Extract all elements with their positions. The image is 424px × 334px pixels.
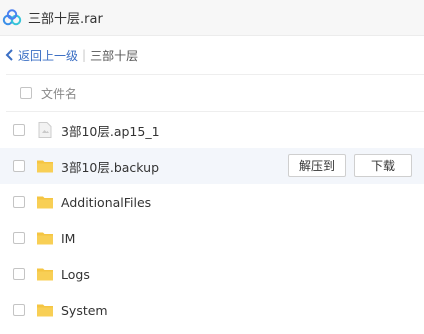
download-button[interactable]: 下载 [354, 154, 412, 177]
list-item[interactable]: System [0, 292, 424, 328]
file-name: 3部10层.ap15_1 [61, 123, 160, 139]
row-checkbox[interactable] [13, 304, 25, 316]
list-item[interactable]: AdditionalFiles [0, 184, 424, 220]
archive-window: 三部十层.rar 返回上一级 | 三部十层 文件名 3部10层.ap15_1 3… [0, 0, 424, 334]
file-name: AdditionalFiles [61, 194, 152, 210]
select-all-checkbox[interactable] [20, 87, 32, 99]
generic-file-icon [38, 122, 52, 138]
window-title: 三部十层.rar [28, 12, 103, 27]
list-item[interactable]: Logs [0, 256, 424, 292]
folder-icon [37, 196, 53, 209]
list-item[interactable]: 3部10层.ap15_1 [0, 112, 424, 148]
breadcrumb: 返回上一级 | 三部十层 [0, 36, 424, 74]
folder-icon [37, 160, 53, 173]
file-name: 3部10层.backup [61, 159, 160, 175]
file-name: System [61, 302, 108, 318]
row-checkbox[interactable] [13, 232, 25, 244]
back-label[interactable]: 返回上一级 [18, 47, 78, 64]
file-list: 文件名 3部10层.ap15_1 3部10层.backup 解压到 下载 Add… [0, 74, 424, 328]
row-checkbox[interactable] [13, 196, 25, 208]
column-header-filename[interactable]: 文件名 [41, 85, 77, 102]
list-item[interactable]: IM [0, 220, 424, 256]
back-button[interactable]: 返回上一级 [5, 47, 78, 64]
chevron-left-icon [5, 49, 13, 61]
row-checkbox[interactable] [13, 268, 25, 280]
folder-icon [37, 268, 53, 281]
row-checkbox[interactable] [13, 124, 25, 136]
file-name: IM [61, 230, 76, 246]
baidu-netdisk-logo-icon [2, 8, 22, 25]
breadcrumb-separator: | [82, 48, 87, 62]
breadcrumb-current: 三部十层 [90, 48, 139, 63]
extract-to-button[interactable]: 解压到 [288, 154, 346, 177]
file-name: Logs [61, 266, 90, 282]
folder-icon [37, 304, 53, 317]
list-item[interactable]: 3部10层.backup 解压到 下载 [0, 148, 424, 184]
title-bar: 三部十层.rar [0, 0, 424, 36]
list-header: 文件名 [6, 74, 424, 112]
folder-icon [37, 232, 53, 245]
row-actions: 解压到 下载 [288, 154, 412, 177]
row-checkbox[interactable] [13, 160, 25, 172]
